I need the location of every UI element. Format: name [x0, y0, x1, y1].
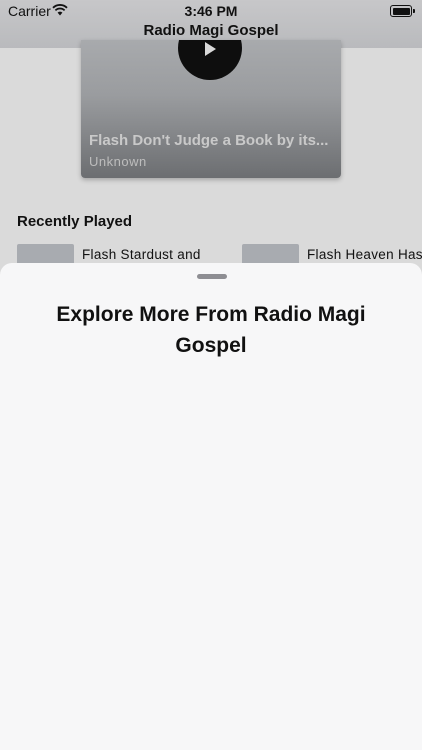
battery-icon: [390, 5, 415, 17]
recently-played-heading: Recently Played: [17, 213, 133, 230]
status-bar: Carrier 3:46 PM: [0, 0, 422, 22]
sheet-grabber-handle[interactable]: [197, 274, 227, 279]
now-playing-card[interactable]: Flash Don't Judge a Book by its... Unkno…: [81, 40, 341, 178]
recent-item-label: Flash Heaven Has: [307, 247, 422, 262]
app-screen: Radio Magi Gospel Carrier 3:46 PM Flash …: [0, 0, 422, 750]
play-button[interactable]: [178, 40, 242, 80]
explore-bottom-sheet[interactable]: Explore More From Radio Magi Gospel: [0, 263, 422, 750]
nav-title: Radio Magi Gospel: [143, 22, 279, 39]
recent-item-label: Flash Stardust and: [82, 247, 201, 262]
now-playing-title: Flash Don't Judge a Book by its...: [89, 132, 329, 149]
sheet-title: Explore More From Radio Magi Gospel: [56, 303, 366, 357]
now-playing-artist: Unknown: [89, 154, 147, 169]
status-time: 3:46 PM: [184, 3, 238, 19]
